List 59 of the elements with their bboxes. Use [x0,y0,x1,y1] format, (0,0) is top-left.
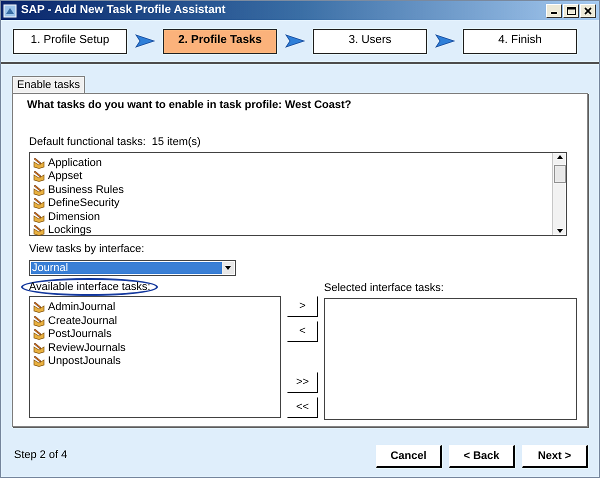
pencil-icon [33,170,45,182]
scrollbar[interactable] [552,153,566,235]
task-item[interactable]: Lockings [48,224,92,236]
task-item[interactable]: ReviewJournals [48,342,126,354]
pencil-icon [33,301,45,314]
pencil-icon [33,224,45,236]
pencil-icon [33,328,45,340]
item-count: 15 item(s) [152,134,201,150]
step-tab[interactable]: 1. Profile Setup [13,28,127,54]
step-indicator: Step 2 of 4 [14,448,68,462]
task-item[interactable]: UnpostJounals [48,355,121,368]
task-item[interactable]: DefineSecurity [48,197,120,210]
task-item[interactable]: Dimension [48,210,100,223]
task-item[interactable]: CreateJournal [48,314,118,327]
wizard-button[interactable]: < Back [449,445,515,468]
wizard-button[interactable]: Cancel [376,445,442,468]
move-button[interactable]: << [287,396,318,418]
list-label: Default functional tasks: [29,134,146,150]
maximize-icon [566,6,576,14]
pencil-icon [33,210,45,223]
minimize-button[interactable] [546,4,562,18]
step-tab[interactable]: 4. Finish [463,28,577,54]
task-item[interactable]: Application [48,156,102,169]
pencil-icon [33,156,45,169]
scroll-up-icon[interactable] [556,153,564,161]
question-text: What tasks do you want to enable in task profile: West Coast? [27,98,352,113]
dropdown-value: Journal [31,262,222,274]
scroll-down-icon[interactable] [556,227,564,235]
task-item[interactable]: Appset [48,170,82,182]
window-title: SAP - Add New Task Profile Assistant [21,2,226,18]
close-icon [584,6,592,14]
move-button[interactable]: >> [287,372,318,392]
tab[interactable]: Enable tasks [12,76,85,93]
arrow-icon [135,34,155,48]
arrow-icon [285,34,305,48]
minimize-icon [551,12,557,14]
step-tab[interactable]: 2. Profile Tasks [163,28,277,54]
move-button[interactable]: > [287,296,318,316]
pencil-icon [33,355,45,368]
task-item[interactable]: AdminJournal [48,301,116,314]
maximize-button[interactable] [563,4,579,18]
pencil-icon [33,314,45,327]
pencil-icon [33,197,45,210]
list-label: Selected interface tasks: [324,280,445,296]
scroll-thumb[interactable] [554,165,566,183]
app-icon [3,4,17,18]
list-label: Available interface tasks: [21,278,158,296]
interface-dropdown[interactable]: Journal [29,260,236,276]
pencil-icon [33,342,45,354]
move-button[interactable]: < [287,320,318,342]
task-item[interactable]: PostJournals [48,328,112,340]
close-button[interactable] [580,4,596,18]
caret-icon [222,262,234,274]
step-tab[interactable]: 3. Users [313,28,427,54]
pencil-icon [33,184,45,196]
wizard-button[interactable]: Next > [522,445,588,468]
task-item[interactable]: Business Rules [48,184,124,196]
select-label: View tasks by interface: [29,242,146,257]
arrow-icon [435,34,455,48]
